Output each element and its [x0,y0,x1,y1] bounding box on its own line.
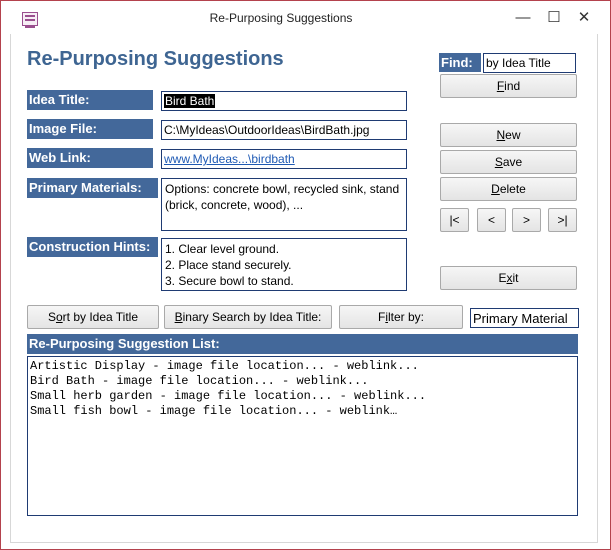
find-label: Find: [439,53,481,72]
close-button[interactable]: ✕ [572,7,596,29]
idea-title-value: Bird Bath [164,94,216,108]
previous-record-button[interactable]: < [477,208,506,232]
save-button[interactable]: Save [440,150,577,174]
exit-button-text: it [512,271,519,285]
minimize-button[interactable]: — [511,7,535,29]
find-button[interactable]: Find [440,74,577,98]
filter-by-button[interactable]: Filter by: [339,305,463,329]
save-button-accesskey: S [494,155,503,169]
sort-by-idea-title-button[interactable]: Sort by Idea Title [27,305,159,329]
find-button-text: ind [504,79,521,93]
new-button-accesskey: N [496,128,506,142]
construction-hint-line: 3. Secure bowl to stand. [165,274,294,288]
construction-hints-label: Construction Hints: [27,237,158,257]
idea-title-label: Idea Title: [27,90,153,110]
exit-button-text-pre: E [498,271,507,285]
construction-hint-line: 1. Clear level ground. [165,242,280,256]
image-file-value: C:\MyIdeas\OutdoorIdeas\BirdBath.jpg [164,123,370,137]
suggestion-listbox[interactable]: Artistic Display - image file location..… [27,356,578,516]
title-bar: Re-Purposing Suggestions — ☐ ✕ [1,1,610,35]
next-record-button[interactable]: > [512,208,541,232]
idea-title-field[interactable]: Bird Bath [161,91,407,111]
primary-materials-label: Primary Materials: [27,178,158,198]
web-link-value[interactable]: www.MyIdeas...\birdbath [164,152,295,166]
list-item[interactable]: Bird Bath - image file location... - web… [30,374,575,389]
construction-hints-field[interactable]: 1. Clear level ground. 2. Place stand se… [161,238,407,291]
filter-field[interactable]: Primary Material [470,308,579,328]
image-file-field[interactable]: C:\MyIdeas\OutdoorIdeas\BirdBath.jpg [161,120,407,140]
delete-button[interactable]: Delete [440,177,577,201]
list-item[interactable]: Small fish bowl - image file location...… [30,404,575,419]
filter-button-text: lter by: [388,310,425,324]
image-file-label: Image File: [27,119,153,139]
exit-button[interactable]: Exit [440,266,577,290]
binary-search-button[interactable]: Binary Search by Idea Title: [164,305,332,329]
new-button-text: ew [505,128,521,142]
window-title: Re-Purposing Suggestions [209,11,353,25]
new-button[interactable]: New [440,123,577,147]
sort-button-accesskey: o [55,310,63,324]
suggestion-list-label: Re-Purposing Suggestion List: [27,334,578,354]
page-title: Re-Purposing Suggestions [27,48,284,70]
maximize-button[interactable]: ☐ [542,7,566,29]
construction-hint-line: 2. Place stand securely. [165,258,292,272]
sort-button-text-pre: S [47,310,56,324]
primary-materials-field[interactable]: Options: concrete bowl, recycled sink, s… [161,178,407,231]
delete-button-accesskey: D [491,182,500,196]
binary-search-accesskey: B [174,310,183,324]
delete-button-text: elete [499,182,526,196]
web-link-label: Web Link: [27,148,153,168]
web-link-field[interactable]: www.MyIdeas...\birdbath [161,149,407,169]
last-record-button[interactable]: >| [548,208,577,232]
first-record-button[interactable]: |< [440,208,469,232]
list-item[interactable]: Artistic Display - image file location..… [30,359,575,374]
sort-button-text: rt by Idea Title [62,310,139,324]
save-button-text: ave [502,155,523,169]
binary-search-button-text: inary Search by Idea Title: [182,310,322,324]
list-item[interactable]: Small herb garden - image file location.… [30,389,575,404]
find-field[interactable]: by Idea Title [483,53,576,73]
